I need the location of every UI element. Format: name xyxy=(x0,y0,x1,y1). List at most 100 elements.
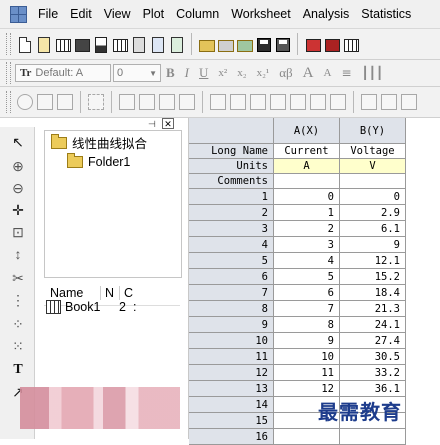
draw-data-icon[interactable]: ⋮ xyxy=(9,291,27,309)
row-label-comments[interactable]: Comments xyxy=(189,174,274,189)
new-excel-icon[interactable] xyxy=(168,36,185,53)
import-multiple-icon[interactable] xyxy=(342,36,359,53)
align-bottom-icon[interactable] xyxy=(179,94,195,110)
units-a[interactable]: A xyxy=(274,159,340,174)
cell-voltage[interactable]: 9 xyxy=(340,237,406,253)
superscript-button[interactable]: x² xyxy=(218,67,227,79)
pin-icon[interactable]: ⊣ xyxy=(148,119,156,130)
region-select-icon[interactable]: ⁘ xyxy=(9,315,27,333)
row-number[interactable]: 13 xyxy=(189,381,274,397)
cell-voltage[interactable]: 18.4 xyxy=(340,285,406,301)
new-notes-icon[interactable] xyxy=(149,36,166,53)
italic-button[interactable]: I xyxy=(185,65,189,81)
new-function-icon[interactable] xyxy=(111,36,128,53)
import-ascii-icon[interactable] xyxy=(323,36,340,53)
menu-column[interactable]: Column xyxy=(170,0,225,28)
new-project-icon[interactable] xyxy=(16,36,33,53)
subscript-button[interactable]: x₂ xyxy=(237,67,246,79)
tree-item-folder1[interactable]: Folder1 xyxy=(67,152,130,170)
menu-worksheet[interactable]: Worksheet xyxy=(225,0,297,28)
row-number[interactable]: 6 xyxy=(189,269,274,285)
cell-current[interactable]: 7 xyxy=(274,301,340,317)
row-number[interactable]: 16 xyxy=(189,429,274,445)
save-template-icon[interactable] xyxy=(274,36,291,53)
border-box-icon[interactable] xyxy=(250,94,266,110)
zoom-out-icon[interactable]: ⊖ xyxy=(9,179,27,197)
cell-voltage[interactable]: 12.1 xyxy=(340,253,406,269)
ungroup-icon[interactable] xyxy=(57,94,73,110)
row-number[interactable]: 15 xyxy=(189,413,274,429)
cell-current[interactable]: 6 xyxy=(274,285,340,301)
screen-reader-icon[interactable]: ✛ xyxy=(9,201,27,219)
menu-file[interactable]: File xyxy=(32,0,64,28)
cell-current[interactable]: 12 xyxy=(274,381,340,397)
pointer-tool-icon[interactable]: ↖ xyxy=(9,133,27,151)
cell-voltage[interactable]: 33.2 xyxy=(340,365,406,381)
zoom-panel-icon[interactable] xyxy=(17,94,33,110)
data-selector-icon[interactable]: ↕ xyxy=(9,245,27,263)
row-number[interactable]: 10 xyxy=(189,333,274,349)
long-name-b[interactable]: Voltage xyxy=(340,144,406,159)
comments-b[interactable] xyxy=(340,174,406,189)
menu-statistics[interactable]: Statistics xyxy=(355,0,417,28)
save-icon[interactable] xyxy=(255,36,272,53)
border-outer-icon[interactable] xyxy=(330,94,346,110)
bold-button[interactable]: B xyxy=(166,65,175,81)
increase-font-button[interactable]: A xyxy=(303,65,314,82)
row-number[interactable]: 1 xyxy=(189,189,274,205)
column-header-b[interactable]: B(Y) xyxy=(340,118,406,144)
cell-current[interactable]: 11 xyxy=(274,365,340,381)
new-folder-icon[interactable] xyxy=(35,36,52,53)
cell-voltage[interactable]: 2.9 xyxy=(340,205,406,221)
decrease-font-button[interactable]: A xyxy=(323,67,331,79)
cell-voltage[interactable]: 27.4 xyxy=(340,333,406,349)
close-icon[interactable]: ✕ xyxy=(162,118,174,129)
cell-voltage[interactable]: 36.1 xyxy=(340,381,406,397)
new-matrix-icon[interactable] xyxy=(73,36,90,53)
data-reader-icon[interactable]: ⊡ xyxy=(9,223,27,241)
cell-voltage[interactable]: 6.1 xyxy=(340,221,406,237)
worksheet-corner[interactable] xyxy=(189,118,274,144)
lasso-icon[interactable]: ⁙ xyxy=(9,337,27,355)
open-excel-icon[interactable] xyxy=(236,36,253,53)
border-top-icon[interactable] xyxy=(270,94,286,110)
cell-current[interactable]: 1 xyxy=(274,205,340,221)
cell-voltage[interactable]: 0 xyxy=(340,189,406,205)
row-number[interactable]: 11 xyxy=(189,349,274,365)
row-number[interactable]: 5 xyxy=(189,253,274,269)
open-icon[interactable] xyxy=(198,36,215,53)
underline-button[interactable]: U xyxy=(199,65,208,81)
border-bottom-icon[interactable] xyxy=(230,94,246,110)
mask-tool-icon[interactable]: ✂ xyxy=(9,269,27,287)
cell-current[interactable]: 0 xyxy=(274,189,340,205)
cell-voltage[interactable]: 30.5 xyxy=(340,349,406,365)
cell-voltage[interactable]: 24.1 xyxy=(340,317,406,333)
row-number[interactable]: 9 xyxy=(189,317,274,333)
new-workbook-icon[interactable] xyxy=(54,36,71,53)
menu-view[interactable]: View xyxy=(98,0,137,28)
long-name-a[interactable]: Current xyxy=(274,144,340,159)
row-label-units[interactable]: Units xyxy=(189,159,274,174)
rows-icon[interactable] xyxy=(401,94,417,110)
units-b[interactable]: V xyxy=(340,159,406,174)
row-number[interactable]: 8 xyxy=(189,301,274,317)
new-layout-icon[interactable] xyxy=(130,36,147,53)
import-wizard-icon[interactable] xyxy=(304,36,321,53)
supersub-button[interactable]: x₂¹ xyxy=(257,67,270,79)
cell-current[interactable]: 2 xyxy=(274,221,340,237)
cell-current[interactable]: 10 xyxy=(274,349,340,365)
menu-edit[interactable]: Edit xyxy=(64,0,98,28)
border-inner-icon[interactable] xyxy=(310,94,326,110)
layer-icon[interactable] xyxy=(88,94,104,110)
row-label-long-name[interactable]: Long Name xyxy=(189,144,274,159)
cell-current[interactable]: 9 xyxy=(274,333,340,349)
row-number[interactable]: 14 xyxy=(189,397,274,413)
align-top-icon[interactable] xyxy=(159,94,175,110)
tree-item-root[interactable]: 线性曲线拟合 xyxy=(51,133,147,151)
cell-current[interactable]: 4 xyxy=(274,253,340,269)
chevron-down-icon[interactable]: ▼ xyxy=(149,69,160,78)
columns-icon[interactable] xyxy=(381,94,397,110)
open-template-icon[interactable] xyxy=(217,36,234,53)
zoom-in-icon[interactable]: ⊕ xyxy=(9,157,27,175)
toolbar-grip[interactable] xyxy=(6,33,11,55)
